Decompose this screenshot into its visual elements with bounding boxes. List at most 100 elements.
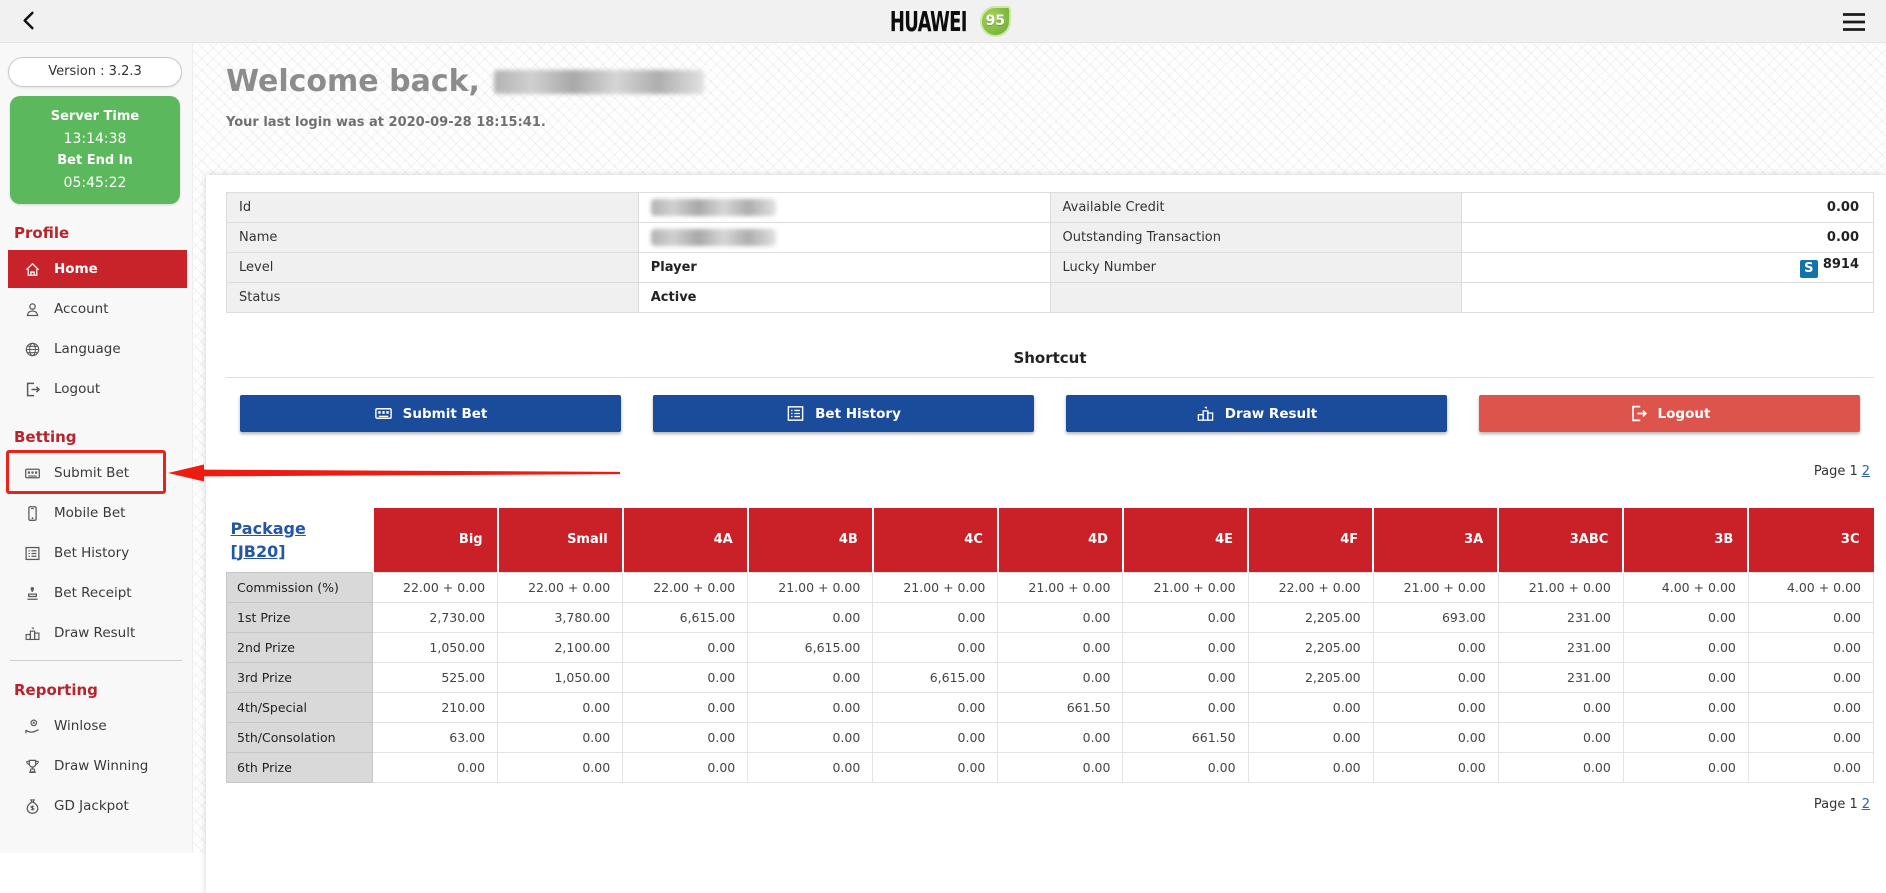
submit-bet-shortcut-button[interactable]: Submit Bet [240,395,621,432]
sidebar-item-draw-winning[interactable]: Draw Winning [8,747,187,785]
page-link-2[interactable]: 2 [1862,797,1870,812]
sidebar-item-label: GD Jackpot [54,798,129,814]
field-label: Id [227,193,639,223]
value-cell: 3,780.00 [498,602,623,632]
sidebar-item-label: Draw Winning [54,758,148,774]
bet-history-shortcut-button[interactable]: Bet History [653,395,1034,432]
brand-badge-number: 95 [986,13,1005,29]
row-label: 1st Prize [227,602,373,632]
sidebar-item-label: Language [54,341,121,357]
value-cell: 0.00 [498,692,623,722]
package-link[interactable]: Package[JB20] [231,517,306,563]
bet-end-label: Bet End In [10,150,180,172]
value-cell: 0.00 [623,692,748,722]
page-indicator: Page 1 [1814,797,1858,812]
value-cell: 0.00 [748,602,873,632]
value-cell: 0.00 [748,692,873,722]
draw-result-shortcut-button[interactable]: Draw Result [1066,395,1447,432]
row-label: Commission (%) [227,572,373,602]
value-cell: 661.50 [998,692,1123,722]
sidebar-item-submit-bet[interactable]: Submit Bet [8,454,187,492]
value-cell: 0.00 [748,662,873,692]
sidebar-item-winlose[interactable]: Winlose [8,707,187,745]
value-cell: 0.00 [1123,602,1248,632]
value-cell: 0.00 [873,752,998,782]
redacted-value [651,199,776,216]
server-time-value: 13:14:38 [10,128,180,150]
logout-shortcut-button[interactable]: Logout [1479,395,1860,432]
profile-info-table: IdAvailable Credit0.00NameOutstanding Tr… [226,192,1874,313]
profile-row: LevelPlayerLucky NumberS8914 [227,253,1874,283]
redacted-username [494,70,704,94]
shortcut-button-bar: Submit Bet Bet History Draw Result Logout [240,395,1860,432]
bet-history-icon [786,404,805,423]
field-value-text: 8914 [1823,257,1859,272]
value-cell: 0.00 [373,752,498,782]
field-value [638,223,1050,253]
value-cell: 0.00 [1123,752,1248,782]
value-cell: 21.00 + 0.00 [1373,572,1498,602]
sidebar-item-label: Submit Bet [54,465,129,481]
row-label: 4th/Special [227,692,373,722]
shortcut-button-label: Submit Bet [403,406,488,422]
sidebar-item-mobile-bet[interactable]: Mobile Bet [8,494,187,532]
value-cell: 0.00 [1623,662,1748,692]
brand-badge: 95 [980,6,1011,37]
sidebar-item-bet-history[interactable]: Bet History [8,534,187,572]
sidebar-item-home[interactable]: Home [8,250,187,288]
value-cell: 231.00 [1498,632,1623,662]
column-header-4f: 4F [1248,508,1373,572]
package-table: Package[JB20]BigSmall4A4B4C4D4E4F3A3ABC3… [226,508,1874,783]
page-link-2[interactable]: 2 [1862,464,1870,479]
value-cell: 1,050.00 [498,662,623,692]
sidebar-item-label: Bet History [54,545,129,561]
column-header-4a: 4A [623,508,748,572]
bet-end-value: 05:45:22 [10,172,180,194]
mobile-bet-icon [24,505,41,522]
column-header-3b: 3B [1623,508,1748,572]
value-cell: 231.00 [1498,662,1623,692]
pagination-top: Page 12 [226,464,1874,482]
column-header-4b: 4B [748,508,873,572]
field-value-text: 0.00 [1827,230,1859,245]
field-label: Available Credit [1050,193,1462,223]
value-cell: 0.00 [1123,662,1248,692]
value-cell: 693.00 [1373,602,1498,632]
value-cell: 2,205.00 [1248,602,1373,632]
sidebar-item-draw-result[interactable]: Draw Result [8,614,187,652]
row-label: 2nd Prize [227,632,373,662]
value-cell: 0.00 [1373,662,1498,692]
package-row-1st-prize: 1st Prize2,730.003,780.006,615.000.000.0… [227,602,1874,632]
sidebar-item-bet-receipt[interactable]: Bet Receipt [8,574,187,612]
package-link-name: Package [231,519,306,538]
package-row-5th-consolation: 5th/Consolation63.000.000.000.000.000.00… [227,722,1874,752]
server-time-label: Server Time [10,106,180,128]
value-cell: 0.00 [1373,722,1498,752]
submit-bet-icon [374,404,393,423]
hamburger-menu-icon[interactable] [1842,12,1866,32]
draw-result-icon [1196,404,1215,423]
lucky-number-icon: S [1800,260,1818,278]
sidebar-item-label: Home [54,261,98,277]
sidebar-item-account[interactable]: Account [8,290,187,328]
value-cell: 0.00 [1373,692,1498,722]
value-cell: 21.00 + 0.00 [1123,572,1248,602]
last-login-text: Your last login was at 2020-09-28 18:15:… [226,115,704,130]
value-cell: 0.00 [623,752,748,782]
sidebar-item-gd-jackpot[interactable]: GD Jackpot [8,787,187,825]
value-cell: 0.00 [1373,632,1498,662]
value-cell: 0.00 [998,632,1123,662]
value-cell: 1,050.00 [373,632,498,662]
value-cell: 0.00 [873,722,998,752]
value-cell: 0.00 [873,692,998,722]
sidebar-item-logout[interactable]: Logout [8,370,187,408]
section-title-reporting: Reporting [14,681,192,701]
pagination-bottom: Page 1 2 [226,797,1874,815]
sidebar-item-label: Account [54,301,109,317]
value-cell: 0.00 [1123,632,1248,662]
sidebar-item-language[interactable]: Language [8,330,187,368]
value-cell: 0.00 [498,722,623,752]
value-cell: 661.50 [1123,722,1248,752]
field-value: 0.00 [1462,193,1874,223]
field-value: Active [638,283,1050,313]
